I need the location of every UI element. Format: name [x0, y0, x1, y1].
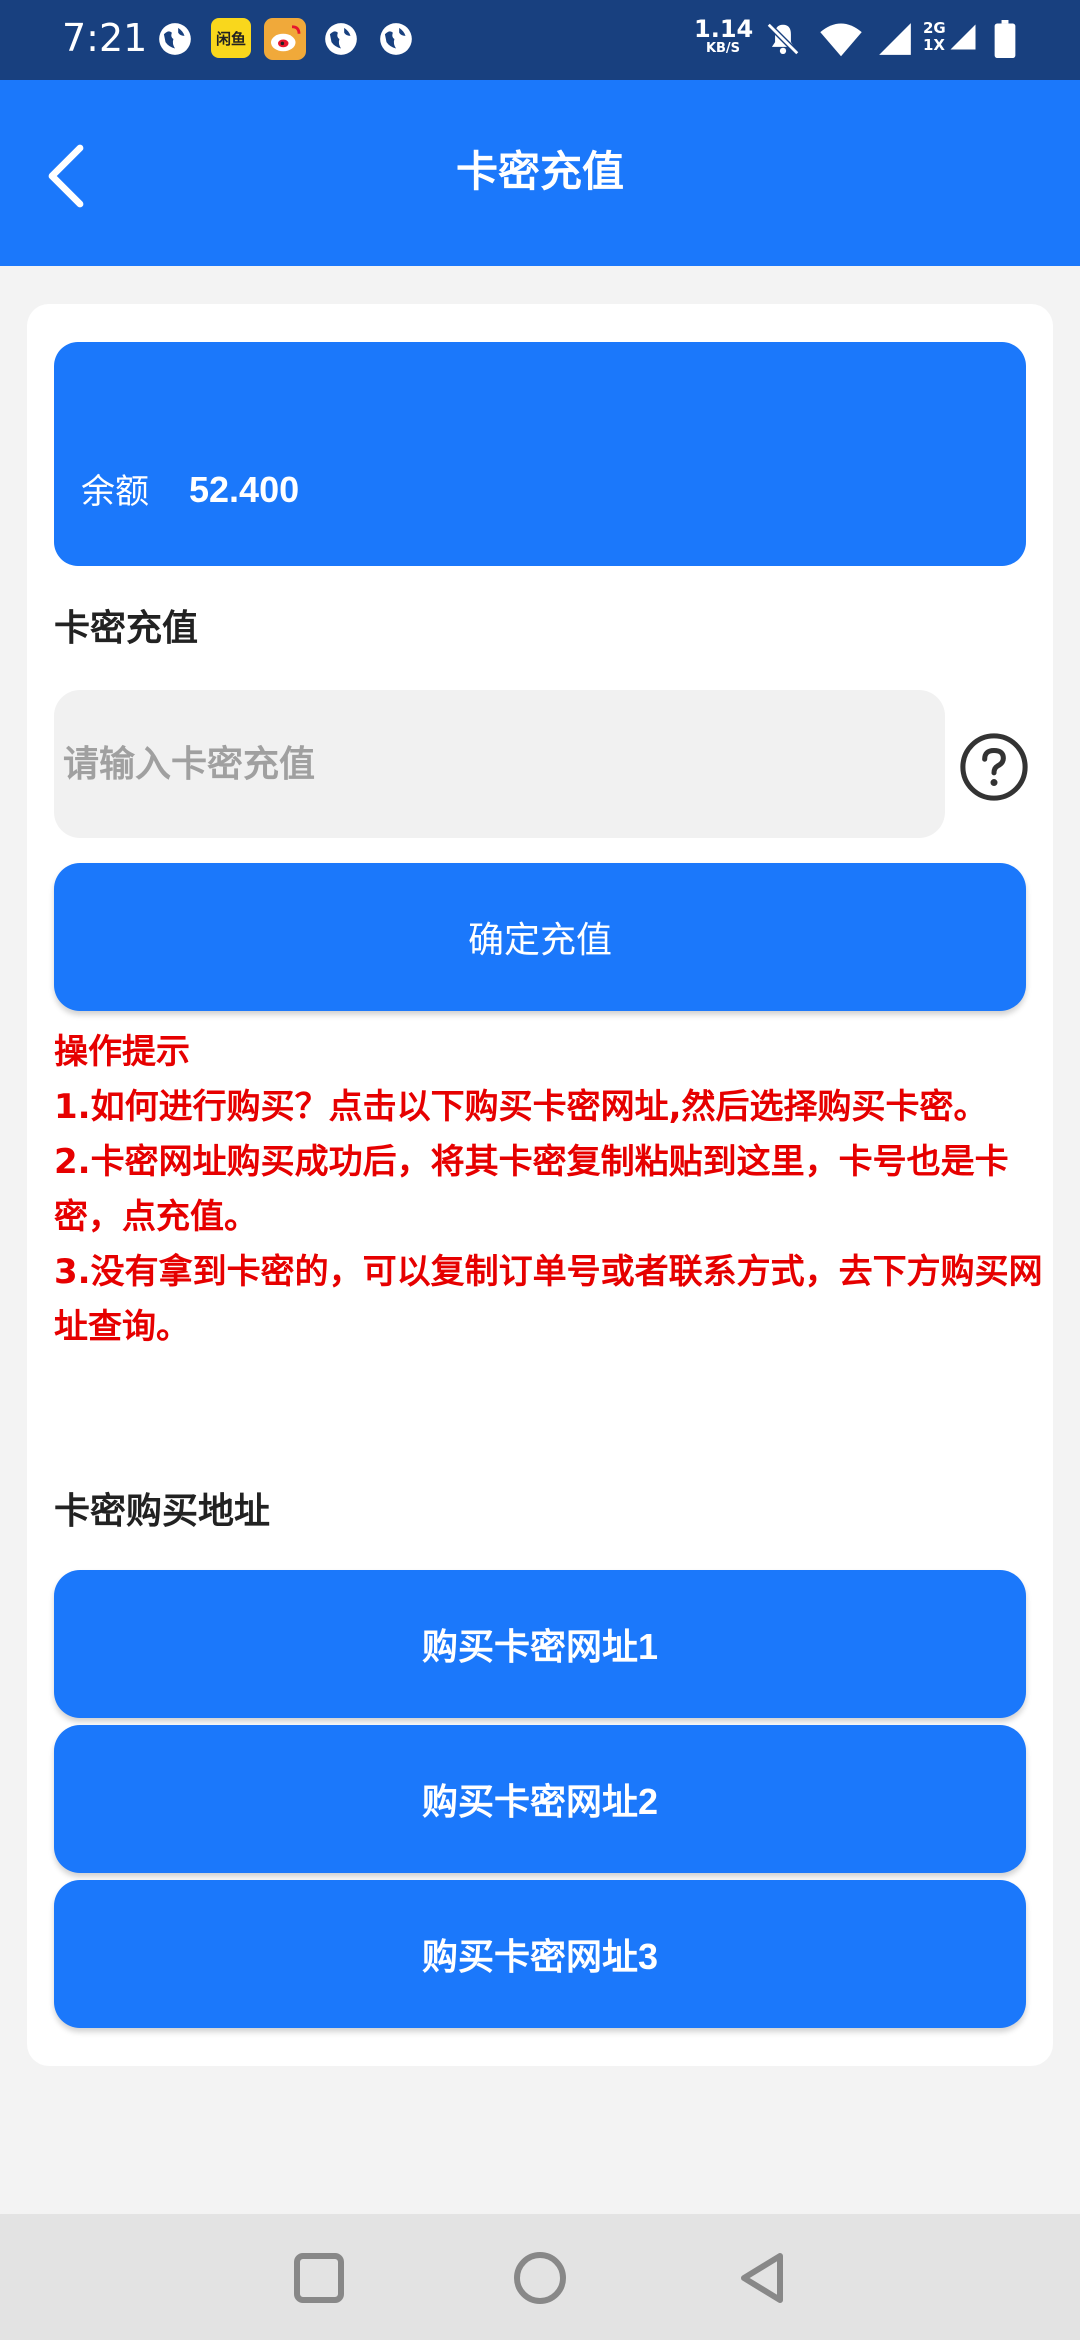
globe-icon: [380, 23, 412, 55]
globe-icon: [325, 23, 357, 55]
net-speed-unit: KB/S: [705, 41, 741, 56]
system-nav-bar: [0, 2214, 1080, 2340]
net-speed: 1.14 KB/S: [694, 15, 754, 56]
network-type: 2G 1X: [923, 20, 946, 54]
wifi-icon: [820, 23, 862, 57]
bell-off-icon: [766, 22, 800, 56]
net-speed-value: 1.14: [694, 15, 754, 43]
buy-url-button-2[interactable]: 购买卡密网址2: [54, 1725, 1026, 1873]
confirm-recharge-button[interactable]: 确定充值: [54, 863, 1026, 1011]
purchase-section-label: 卡密购买地址: [54, 1491, 271, 1532]
back-triangle-icon[interactable]: [734, 2250, 790, 2306]
weibo-icon: [264, 18, 306, 60]
balance-box: 余额 52.400: [54, 342, 1026, 566]
page-title: 卡密充值: [455, 147, 624, 196]
tips-line-3: 3.没有拿到卡密的，可以复制订单号或者联系方式，去下方购买网址查询。: [54, 1252, 1043, 1347]
help-button[interactable]: [959, 732, 1029, 802]
buy-url-button-1[interactable]: 购买卡密网址1: [54, 1570, 1026, 1718]
balance-label: 余额: [81, 472, 149, 512]
recharge-card: 余额 52.400 卡密充值 确定充值 操作提示 1.如何进行购买？点击以下购买…: [27, 304, 1053, 2066]
status-bar: 7:21 闲鱼 1.14 KB/S 2G 1X: [0, 0, 1080, 80]
battery-icon: [994, 20, 1016, 58]
xianyu-app-icon: 闲鱼: [211, 18, 251, 58]
home-circle-icon[interactable]: [512, 2250, 568, 2306]
network-type-top: 2G: [923, 19, 946, 37]
tips-title: 操作提示: [54, 1032, 190, 1072]
card-code-input[interactable]: [54, 690, 945, 838]
operation-tips: 操作提示 1.如何进行购买？点击以下购买卡密网址,然后选择购买卡密。 2.卡密网…: [54, 1025, 1044, 1355]
recents-square-icon[interactable]: [291, 2250, 347, 2306]
buy-url-button-3[interactable]: 购买卡密网址3: [54, 1880, 1026, 2028]
network-type-bottom: 1X: [923, 36, 946, 54]
recharge-section-label: 卡密充值: [54, 608, 199, 649]
globe-icon: [159, 23, 191, 55]
app-bar: 卡密充值: [0, 80, 1080, 266]
tips-line-1: 1.如何进行购买？点击以下购买卡密网址,然后选择购买卡密。: [54, 1087, 988, 1127]
status-time: 7:21: [62, 16, 148, 60]
tips-line-2: 2.卡密网址购买成功后，将其卡密复制粘贴到这里，卡号也是卡密，点充值。: [54, 1142, 1009, 1237]
balance-value: 52.400: [189, 469, 300, 510]
signal-icon: [879, 23, 911, 55]
signal-icon: [950, 24, 976, 50]
